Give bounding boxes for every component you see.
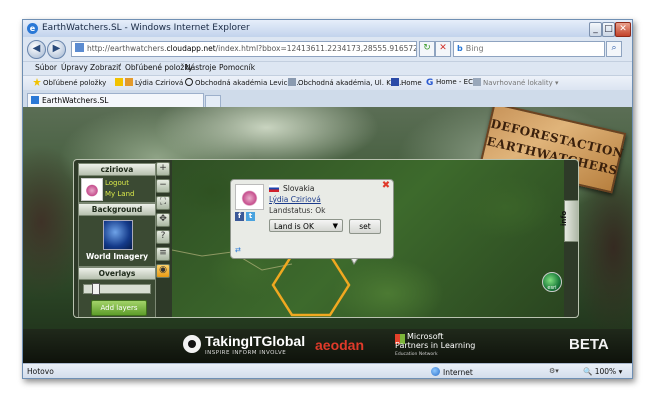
favorites-bar: Obľúbené položky Lýdia Cziriová Obchodná… bbox=[23, 75, 632, 90]
menu-bar: Súbor Úpravy Zobraziť Obľúbené položky N… bbox=[23, 61, 632, 75]
zoom-out-icon[interactable]: − bbox=[156, 179, 170, 193]
page-icon bbox=[75, 43, 84, 52]
logout-link[interactable]: Logout bbox=[105, 179, 129, 187]
set-button[interactable]: set bbox=[349, 219, 381, 234]
status-bar: Hotovo Internet ⚙▾ 🔍 100% ▾ bbox=[23, 363, 632, 378]
my-land-link[interactable]: My Land bbox=[105, 190, 134, 198]
background-box: World Imagery bbox=[78, 216, 156, 267]
menu-help[interactable]: Pomocník bbox=[219, 63, 255, 72]
popup-avatar bbox=[235, 184, 264, 210]
globe-icon bbox=[431, 367, 440, 376]
page-icon bbox=[288, 78, 296, 86]
popup-country: Slovakia bbox=[283, 184, 315, 193]
page-content: DEFORESTACTION EARTHWATCHERS + − ⛶ ✥ ? ≡… bbox=[23, 107, 632, 363]
menu-view[interactable]: Zobraziť bbox=[90, 63, 121, 72]
user-box: Logout My Land bbox=[78, 176, 156, 203]
menu-tools[interactable]: Nástroje bbox=[185, 63, 216, 72]
forward-button[interactable]: ▶ bbox=[47, 40, 66, 59]
bing-icon: b bbox=[457, 44, 463, 53]
zoom-control[interactable]: 🔍 100% ▾ bbox=[583, 367, 622, 376]
search-icon[interactable]: ⌕ bbox=[606, 41, 622, 57]
window-title: EarthWatchers.SL - Windows Internet Expl… bbox=[42, 23, 250, 33]
address-bar[interactable]: http://earthwatchers.cloudapp.net/index.… bbox=[71, 41, 417, 57]
menu-file[interactable]: Súbor bbox=[35, 63, 57, 72]
land-hexagon[interactable] bbox=[271, 253, 351, 317]
esri-logo: esri bbox=[542, 272, 562, 292]
stop-icon[interactable]: ✕ bbox=[435, 41, 451, 57]
status-text: Hotovo bbox=[27, 367, 54, 376]
circle-icon bbox=[185, 78, 193, 86]
help-icon[interactable]: ? bbox=[156, 230, 170, 244]
browser-window: e EarthWatchers.SL - Windows Internet Ex… bbox=[22, 19, 633, 379]
full-extent-icon[interactable]: ⛶ bbox=[156, 196, 170, 210]
fav-item-suggested[interactable]: Navrhované lokality ▾ bbox=[473, 78, 559, 87]
page-icon bbox=[391, 78, 399, 86]
security-zone: Internet bbox=[431, 367, 473, 377]
info-tab[interactable]: info bbox=[560, 200, 578, 242]
slider-knob[interactable] bbox=[92, 283, 100, 295]
fav-item-home-ecb[interactable]: G Home - ECB bbox=[426, 78, 478, 88]
fav-item-lydia[interactable]: Lýdia Cziriová bbox=[115, 78, 183, 87]
title-bar: e EarthWatchers.SL - Windows Internet Ex… bbox=[23, 20, 632, 37]
avatar bbox=[81, 178, 103, 201]
facebook-icon[interactable]: f bbox=[235, 212, 244, 221]
microsoft-partners-logo: Microsoft Partners in Learning Education… bbox=[395, 332, 476, 357]
star-icon bbox=[33, 78, 41, 86]
tab-bar: EarthWatchers.SL bbox=[23, 90, 632, 108]
menu-edit[interactable]: Úpravy bbox=[61, 63, 88, 72]
user-section-header: cziriova bbox=[78, 163, 156, 176]
sponsors-bar: TakingITGlobal INSPIRE INFORM INVOLVE ae… bbox=[23, 329, 632, 363]
slovakia-flag-icon bbox=[269, 185, 279, 192]
menu-favorites[interactable]: Obľúbené položky bbox=[125, 63, 193, 72]
opacity-slider[interactable] bbox=[83, 283, 151, 295]
twitter-icon[interactable]: t bbox=[246, 212, 255, 221]
add-layers-button[interactable]: Add layers bbox=[91, 300, 147, 316]
social-icons: ft bbox=[235, 211, 257, 221]
overlays-section-header: Overlays bbox=[78, 267, 156, 280]
page-icon bbox=[125, 78, 133, 86]
pan-icon[interactable]: ✥ bbox=[156, 213, 170, 227]
g-icon: G bbox=[426, 78, 434, 88]
maximize-button[interactable]: □ bbox=[602, 22, 615, 37]
share-icon[interactable]: ⇄ bbox=[235, 246, 244, 254]
fav-item-oa-kal[interactable]: Obchodná akadémia, Ul. Kál... bbox=[288, 78, 404, 87]
close-button[interactable]: ✕ bbox=[615, 22, 631, 37]
background-label: World Imagery bbox=[85, 252, 149, 261]
ie-tab-icon bbox=[31, 96, 39, 104]
protected-mode-icon[interactable]: ⚙▾ bbox=[549, 367, 571, 375]
ie-icon: e bbox=[27, 23, 38, 34]
overlays-box: Add layers bbox=[78, 280, 156, 317]
back-button[interactable]: ◀ bbox=[27, 40, 46, 59]
fav-item-oa-levice[interactable]: Obchodná akadémia Levice ... bbox=[185, 78, 301, 87]
tig-circle-icon bbox=[183, 335, 201, 353]
popup-close-icon[interactable]: ✖ bbox=[381, 181, 391, 191]
popup-land-status: Landstatus: Ok bbox=[269, 206, 326, 215]
search-input[interactable]: b Bing bbox=[453, 41, 605, 57]
world-imagery-thumbnail[interactable] bbox=[103, 220, 133, 250]
page-icon bbox=[473, 78, 481, 86]
tab-earthwatchers[interactable]: EarthWatchers.SL bbox=[27, 93, 204, 108]
layers-icon[interactable]: ≡ bbox=[156, 247, 170, 261]
background-section-header: Background bbox=[78, 203, 156, 216]
aeodan-logo: aeodan bbox=[315, 337, 365, 353]
beta-label: BETA bbox=[569, 336, 609, 353]
chevron-down-icon: ▼ bbox=[332, 222, 338, 230]
fav-item-home[interactable]: Home bbox=[391, 78, 422, 87]
zoom-in-icon[interactable]: + bbox=[156, 162, 170, 176]
favorites-button[interactable]: Obľúbené položky bbox=[33, 78, 106, 87]
map-toolbar: + − ⛶ ✥ ? ≡ ◉ bbox=[156, 162, 170, 278]
star-add-icon bbox=[115, 78, 123, 86]
refresh-icon[interactable]: ↻ bbox=[419, 41, 435, 57]
popup-user-link[interactable]: Lýdia Cziriová bbox=[269, 195, 321, 204]
land-status-select[interactable]: Land is OK ▼ bbox=[269, 219, 343, 232]
land-info-popup: Slovakia Lýdia Cziriová Landstatus: Ok f… bbox=[230, 179, 394, 259]
left-panel: cziriova Logout My Land Background World… bbox=[78, 163, 156, 317]
address-row: ◀ ▶ http://earthwatchers.cloudapp.net/in… bbox=[23, 38, 632, 60]
minimize-button[interactable]: _ bbox=[589, 22, 602, 37]
locate-icon[interactable]: ◉ bbox=[156, 264, 170, 278]
